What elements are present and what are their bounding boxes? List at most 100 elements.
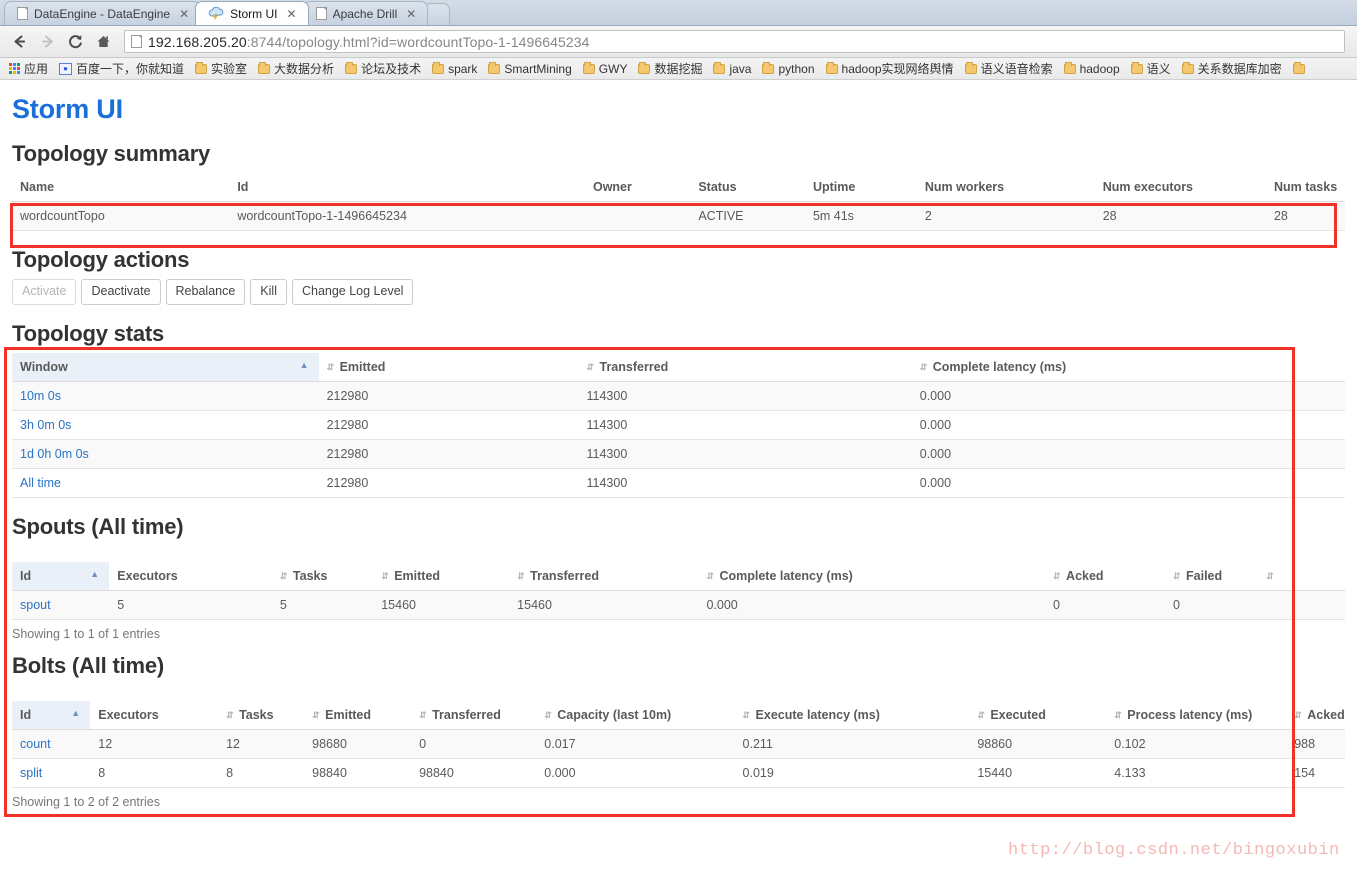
sort-icon: ⇵ <box>279 570 288 581</box>
col-num-executors[interactable]: Num executors <box>1094 173 1266 202</box>
bookmark-label: 语义语音检索 <box>980 62 1053 76</box>
sort-icon: ⇵ <box>586 361 595 372</box>
bookmark-item-7[interactable]: 数据挖掘 <box>633 59 707 78</box>
tab-close-icon[interactable]: ✕ <box>284 8 300 20</box>
reload-icon[interactable] <box>62 29 88 55</box>
cell-window[interactable]: 1d 0h 0m 0s <box>12 439 319 469</box>
bookmark-item-4[interactable]: spark <box>427 61 482 77</box>
col-transferred[interactable]: ⇵ Transferred <box>411 700 537 730</box>
kill-button[interactable]: Kill <box>250 279 287 305</box>
col-executors[interactable]: Executors <box>90 700 219 730</box>
sort-icon: ⇵ <box>312 709 320 720</box>
home-icon[interactable] <box>90 29 116 55</box>
col-num-tasks[interactable]: Num tasks <box>1265 173 1345 202</box>
cell-window[interactable]: 10m 0s <box>12 381 319 411</box>
bookmark-item-5[interactable]: SmartMining <box>483 61 576 77</box>
col-acked[interactable]: ⇵ Acked <box>1045 561 1166 591</box>
address-bar[interactable]: 192.168.205.20:8744/topology.html?id=wor… <box>124 30 1345 53</box>
col-uptime[interactable]: Uptime <box>804 173 917 202</box>
deactivate-button[interactable]: Deactivate <box>81 279 161 305</box>
col-status[interactable]: Status <box>690 173 805 202</box>
col-emitted[interactable]: ⇵ Emitted <box>318 352 579 382</box>
activate-button[interactable]: Activate <box>12 279 77 305</box>
bookmark-item-2[interactable]: 大数据分析 <box>253 59 339 78</box>
bookmark-item-11[interactable]: 语义语音检索 <box>960 59 1058 78</box>
bookmark-item-overflow[interactable] <box>1288 61 1310 75</box>
sort-icon: ⇵ <box>1053 570 1061 581</box>
col-id[interactable]: Id ▲ <box>12 561 110 591</box>
col-complete-latency[interactable]: ⇵ Complete latency (ms) <box>911 352 1345 382</box>
col-failed[interactable]: ⇵ Failed <box>1165 561 1259 591</box>
cell-num-executors: 28 <box>1094 201 1266 231</box>
bookmark-label: java <box>729 61 752 76</box>
col-transferred[interactable]: ⇵ Transferred <box>578 352 912 382</box>
bookmark-item-3[interactable]: 论坛及技术 <box>340 59 426 78</box>
back-arrow-icon[interactable] <box>6 29 32 55</box>
col-process-latency[interactable]: ⇵ Process latency (ms) <box>1106 700 1287 730</box>
bookmark-apps[interactable]: 应用 <box>4 59 53 78</box>
cell-name: wordcountTopo <box>12 201 230 231</box>
cell-id: wordcountTopo-1-1496645234 <box>229 201 585 231</box>
tab-title: Apache Drill <box>332 6 398 21</box>
cell-id[interactable]: count <box>12 729 91 759</box>
browser-tab-storm-ui[interactable]: Storm UI ✕ <box>195 1 309 25</box>
cell-emitted: 212980 <box>318 439 579 469</box>
cell-id[interactable]: spout <box>12 590 110 620</box>
topology-stats-heading: Topology stats <box>12 320 165 346</box>
col-acked[interactable]: ⇵ Acked <box>1286 700 1345 730</box>
bookmark-item-10[interactable]: hadoop实现网络舆情 <box>821 59 959 78</box>
bookmark-item-6[interactable]: GWY <box>578 61 633 77</box>
topology-summary-heading: Topology summary <box>12 141 211 166</box>
cell-id[interactable]: split <box>12 758 91 788</box>
bookmark-label: 实验室 <box>211 62 248 76</box>
col-name[interactable]: Name <box>12 173 230 202</box>
spouts-table: Id ▲ Executors ⇵ Tasks ⇵ Emitted ⇵ Transferr… <box>12 561 1345 620</box>
change-log-level-button[interactable]: Change Log Level <box>291 279 414 305</box>
browser-tab-dataengine[interactable]: DataEngine - DataEngine ✕ <box>4 1 202 25</box>
col-window[interactable]: Window ▲ <box>12 352 319 382</box>
col-executors[interactable]: Executors <box>109 561 272 591</box>
bookmark-item-1[interactable]: 实验室 <box>190 59 252 78</box>
col-id[interactable]: Id ▲ <box>12 700 91 730</box>
bookmark-item-12[interactable]: hadoop <box>1059 61 1125 77</box>
tab-close-icon[interactable]: ✕ <box>403 8 419 20</box>
bookmark-item-13[interactable]: 语义 <box>1126 59 1176 78</box>
bookmark-label: 百度一下，你就知道 <box>76 62 185 76</box>
bookmark-item-baidu[interactable]: ● 百度一下，你就知道 <box>54 59 189 78</box>
col-overflow[interactable]: ⇵ <box>1258 561 1345 591</box>
cell-emitted: 212980 <box>318 381 579 411</box>
cell-acked: 988 <box>1286 729 1345 759</box>
col-owner[interactable]: Owner <box>584 173 691 202</box>
bookmark-item-9[interactable]: python <box>757 61 819 77</box>
tab-close-icon[interactable]: ✕ <box>176 8 192 20</box>
table-header-row: Name Id Owner Status Uptime Num workers … <box>12 173 1345 202</box>
tab-title: DataEngine - DataEngine <box>34 6 171 21</box>
col-emitted[interactable]: ⇵ Emitted <box>373 561 510 591</box>
cell-executors: 12 <box>90 729 219 759</box>
col-emitted[interactable]: ⇵ Emitted <box>304 700 412 730</box>
cell-emitted: 15460 <box>373 590 510 620</box>
cell-executed: 98860 <box>969 729 1107 759</box>
new-tab-button[interactable] <box>424 3 451 25</box>
col-complete-latency[interactable]: ⇵ Complete latency (ms) <box>698 561 1046 591</box>
rebalance-button[interactable]: Rebalance <box>165 279 246 305</box>
cell-capacity: 0.017 <box>536 729 735 759</box>
cell-complete-latency: 0.000 <box>911 439 1345 469</box>
cell-window[interactable]: 3h 0m 0s <box>12 410 319 440</box>
col-executed[interactable]: ⇵ Executed <box>969 700 1107 730</box>
browser-tab-apache-drill[interactable]: Apache Drill ✕ <box>302 1 429 25</box>
col-id[interactable]: Id <box>229 173 585 202</box>
forward-arrow-icon[interactable] <box>34 29 60 55</box>
col-execute-latency[interactable]: ⇵ Execute latency (ms) <box>734 700 970 730</box>
col-transferred[interactable]: ⇵ Transferred <box>509 561 699 591</box>
cell-window[interactable]: All time <box>12 468 319 498</box>
cell-complete-latency: 0.000 <box>911 468 1345 498</box>
table-row: 10m 0s 212980 114300 0.000 <box>12 381 1345 411</box>
col-capacity[interactable]: ⇵ Capacity (last 10m) <box>536 700 735 730</box>
bookmark-item-14[interactable]: 关系数据库加密 <box>1177 59 1287 78</box>
col-tasks[interactable]: ⇵ Tasks <box>218 700 305 730</box>
bookmark-item-8[interactable]: java <box>708 61 756 77</box>
col-tasks[interactable]: ⇵ Tasks <box>271 561 374 591</box>
cell-num-tasks: 28 <box>1265 201 1345 231</box>
col-num-workers[interactable]: Num workers <box>916 173 1095 202</box>
